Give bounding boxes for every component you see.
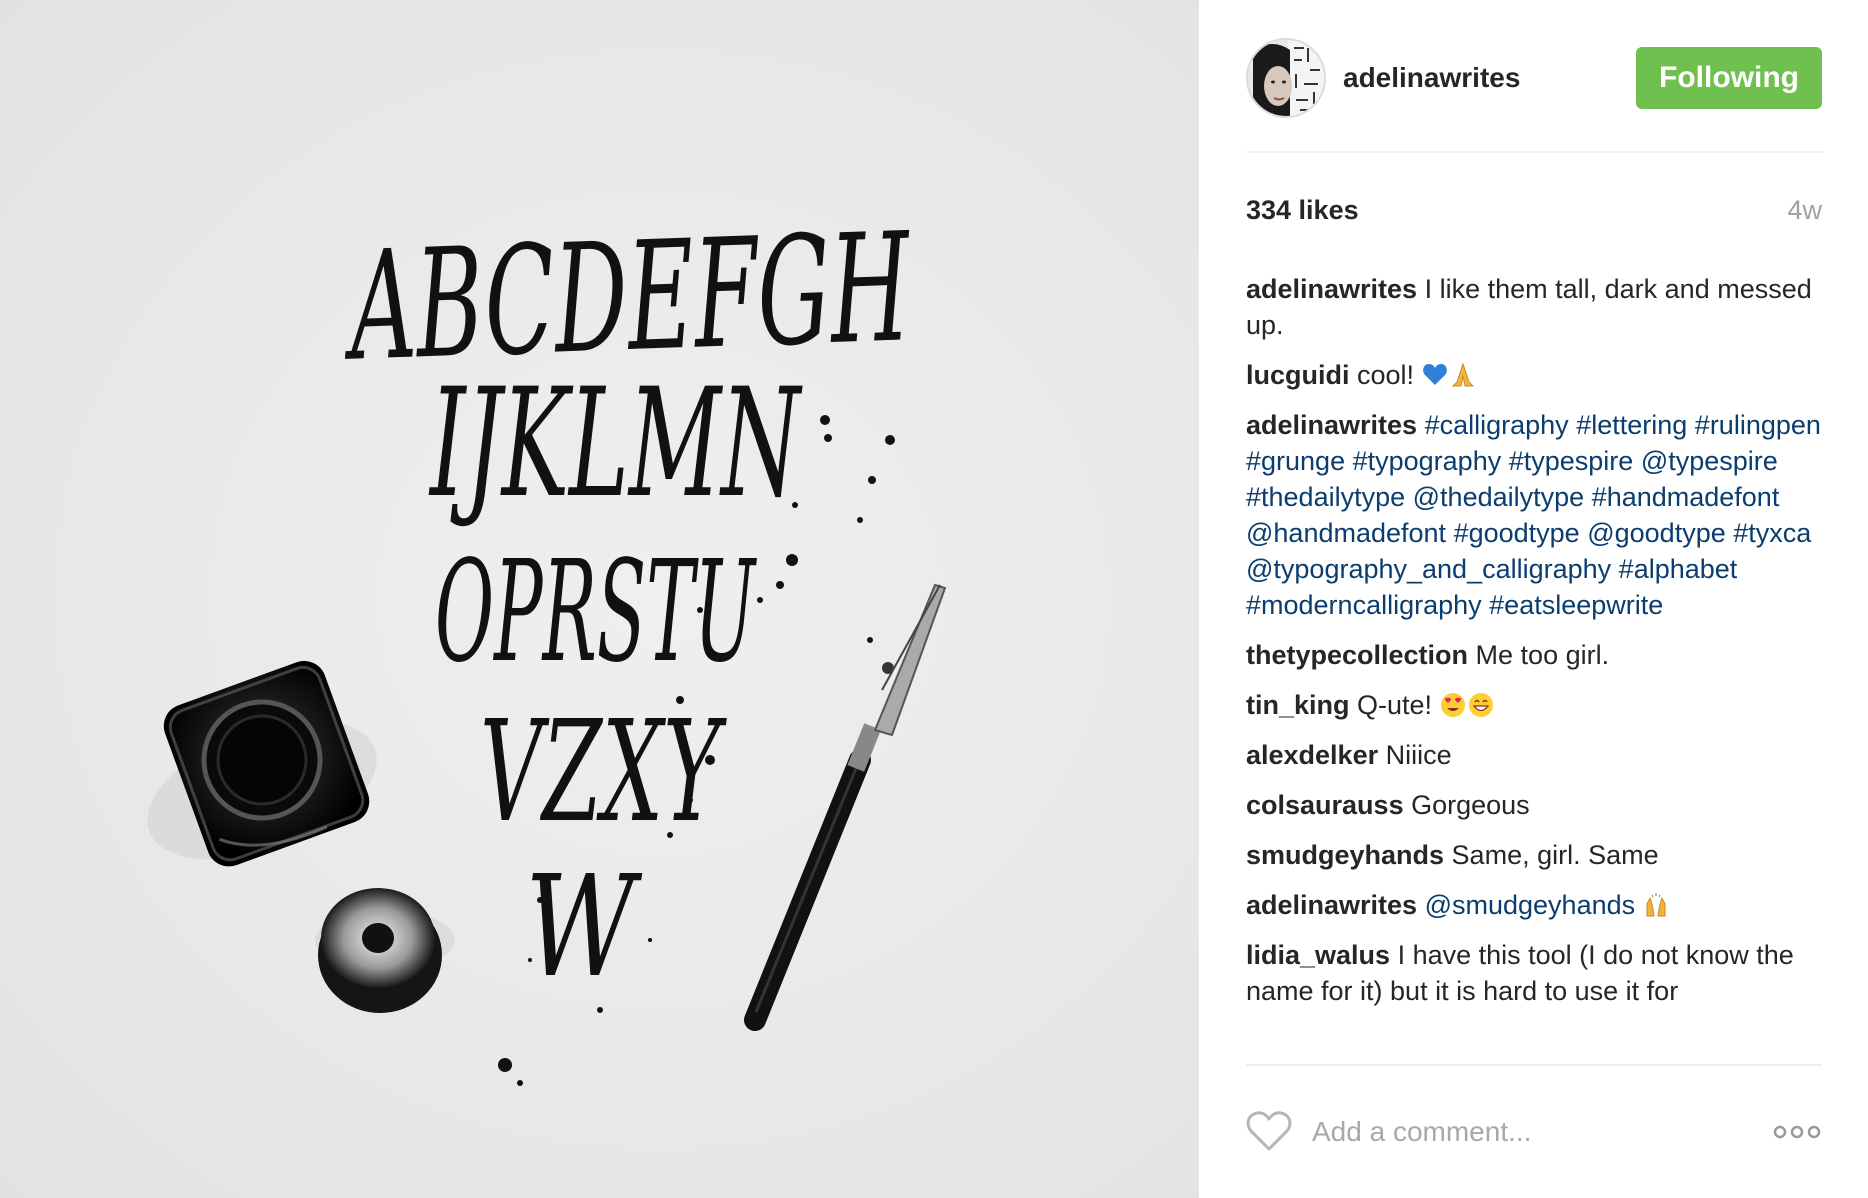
comment-username[interactable]: alexdelker: [1246, 740, 1378, 770]
comment-username[interactable]: thetypecollection: [1246, 640, 1468, 670]
comment-item: adelinawrites #calligraphy #lettering #r…: [1246, 407, 1822, 623]
comment-text: Same, girl. Same: [1444, 840, 1659, 870]
mention-link[interactable]: @handmadefont: [1246, 518, 1446, 548]
post-author-username[interactable]: adelinawrites: [1343, 62, 1520, 94]
bottle-cap: [318, 888, 442, 1013]
hashtag-link[interactable]: #goodtype: [1454, 518, 1580, 548]
comments-list[interactable]: adelinawrites I like them tall, dark and…: [1246, 271, 1822, 1063]
hashtag-link[interactable]: #eatsleepwrite: [1489, 590, 1663, 620]
mention-link[interactable]: @typespire: [1641, 446, 1778, 476]
comment-username[interactable]: adelinawrites: [1246, 274, 1417, 304]
mention-link[interactable]: @typography_and_calligraphy: [1246, 554, 1611, 584]
hashtag-link[interactable]: #calligraphy: [1425, 410, 1569, 440]
comment-text: [1446, 518, 1454, 548]
post-photo[interactable]: ABCDEFGH IJKLMN OPRSTU VZXY W: [0, 0, 1199, 1198]
comment-text: Niiice: [1378, 740, 1452, 770]
hashtag-link[interactable]: #tyxca: [1733, 518, 1811, 548]
comment-item: adelinawrites @smudgeyhands: [1246, 887, 1822, 923]
comment-item: lidia_walus I have this tool (I do not k…: [1246, 937, 1822, 1009]
comment-text: cool!: [1349, 360, 1422, 390]
comment-text: Gorgeous: [1403, 790, 1530, 820]
avatar[interactable]: [1246, 38, 1326, 118]
comment-text: [1417, 410, 1425, 440]
comment-text: Q-ute!: [1349, 690, 1440, 720]
alphabet-lettering: ABCDEFGH IJKLMN OPRSTU VZXY W: [340, 201, 915, 1009]
avatar-image: [1248, 40, 1324, 116]
comment-item: thetypecollection Me too girl.: [1246, 637, 1822, 673]
hashtag-link[interactable]: #moderncalligraphy: [1246, 590, 1482, 620]
comment-text: [1417, 890, 1425, 920]
comment-username[interactable]: lidia_walus: [1246, 940, 1390, 970]
likes-count[interactable]: 334 likes: [1246, 195, 1359, 226]
calligraphy-illustration: ABCDEFGH IJKLMN OPRSTU VZXY W: [147, 201, 947, 1086]
hashtag-link[interactable]: #lettering: [1576, 410, 1687, 440]
folded-hands-icon: [1450, 361, 1476, 387]
comment-text: [1687, 410, 1695, 440]
ruling-pen: [744, 583, 947, 1031]
comment-text: [1635, 890, 1643, 920]
hashtag-link[interactable]: #alphabet: [1619, 554, 1738, 584]
comment-text: [1345, 446, 1353, 476]
comment-item: tin_king Q-ute!: [1246, 687, 1822, 723]
comment-text: [1584, 482, 1592, 512]
letters-row-3: OPRSTU: [435, 531, 757, 694]
comment-username[interactable]: smudgeyhands: [1246, 840, 1444, 870]
post-timestamp[interactable]: 4w: [1787, 195, 1822, 226]
comment-bar: [1246, 1108, 1822, 1162]
hashtag-link[interactable]: #typography: [1353, 446, 1502, 476]
hashtag-link[interactable]: #grunge: [1246, 446, 1345, 476]
mention-link[interactable]: @smudgeyhands: [1425, 890, 1636, 920]
hashtag-link[interactable]: #thedailytype: [1246, 482, 1405, 512]
letters-row-5: W: [525, 846, 643, 1009]
following-button[interactable]: Following: [1636, 47, 1822, 109]
hashtag-link[interactable]: #typespire: [1509, 446, 1634, 476]
post-header: adelinawrites Following: [1246, 35, 1822, 153]
comment-text: Me too girl.: [1468, 640, 1610, 670]
comment-username[interactable]: colsaurauss: [1246, 790, 1404, 820]
comment-item: smudgeyhands Same, girl. Same: [1246, 837, 1822, 873]
comment-text: [1405, 482, 1413, 512]
comment-username[interactable]: lucguidi: [1246, 360, 1350, 390]
letters-row-4: VZXY: [480, 691, 727, 854]
blue-heart-icon: [1422, 361, 1448, 387]
comment-text: [1501, 446, 1509, 476]
comment-text: [1633, 446, 1641, 476]
comment-item: lucguidi cool!: [1246, 357, 1822, 393]
comment-username[interactable]: tin_king: [1246, 690, 1350, 720]
comment-text: [1611, 554, 1619, 584]
comment-item: colsaurauss Gorgeous: [1246, 787, 1822, 823]
letters-row-2: IJKLMN: [428, 357, 803, 531]
raising-hands-icon: [1643, 891, 1669, 917]
grinning-face-icon: [1468, 691, 1494, 717]
comment-item: adelinawrites I like them tall, dark and…: [1246, 271, 1822, 343]
comment-input[interactable]: [1310, 1108, 1750, 1156]
heart-eyes-icon: [1440, 691, 1466, 717]
comment-username[interactable]: adelinawrites: [1246, 890, 1417, 920]
hashtag-link[interactable]: #rulingpen: [1695, 410, 1821, 440]
post-details-panel: adelinawrites Following 334 likes 4w ade…: [1199, 0, 1868, 1198]
more-options-icon[interactable]: [1772, 1120, 1822, 1144]
hashtag-link[interactable]: #handmadefont: [1592, 482, 1780, 512]
heart-outline-icon[interactable]: [1246, 1110, 1292, 1152]
comment-username[interactable]: adelinawrites: [1246, 410, 1417, 440]
divider: [1246, 1064, 1822, 1066]
comment-item: alexdelker Niiice: [1246, 737, 1822, 773]
mention-link[interactable]: @goodtype: [1587, 518, 1726, 548]
mention-link[interactable]: @thedailytype: [1413, 482, 1585, 512]
post-stats: 334 likes 4w: [1246, 195, 1822, 235]
